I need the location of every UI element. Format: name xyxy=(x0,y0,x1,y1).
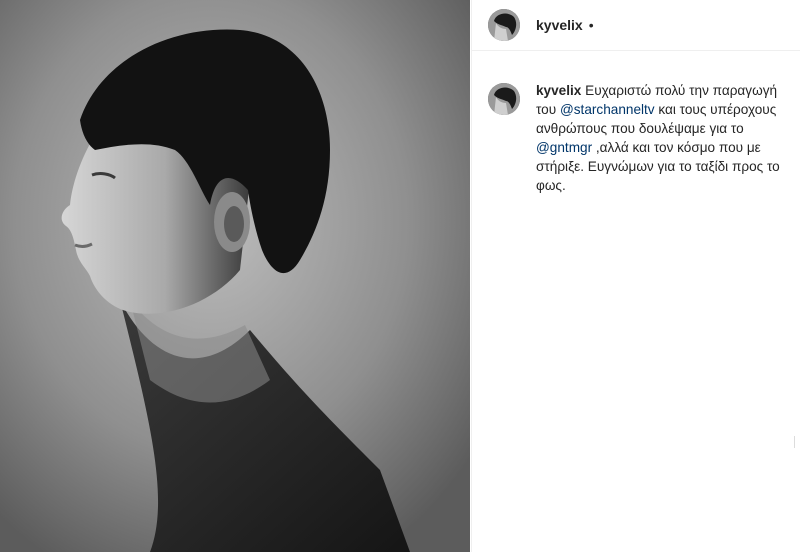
caption-username[interactable]: kyvelix xyxy=(536,83,581,98)
header-username[interactable]: kyvelix xyxy=(536,17,583,33)
scrollbar[interactable] xyxy=(794,436,800,448)
avatar-image xyxy=(488,9,520,41)
mention-starchanneltv[interactable]: @starchanneltv xyxy=(560,102,655,117)
caption-avatar[interactable] xyxy=(488,83,520,115)
instagram-post: kyvelix • kyvelix Ευχαριστώ πολύ την παρ… xyxy=(0,0,800,552)
post-sidebar: kyvelix • kyvelix Ευχαριστώ πολύ την παρ… xyxy=(471,0,800,552)
avatar-image xyxy=(488,83,520,115)
user-avatar[interactable] xyxy=(488,9,520,41)
portrait-image xyxy=(0,0,470,552)
post-header: kyvelix • xyxy=(472,0,800,51)
caption-text: kyvelix Ευχαριστώ πολύ την παραγωγή του … xyxy=(536,81,781,195)
post-photo[interactable] xyxy=(0,0,470,552)
mention-gntmgr[interactable]: @gntmgr xyxy=(536,140,592,155)
caption-comment: kyvelix Ευχαριστώ πολύ την παραγωγή του … xyxy=(472,51,800,195)
header-separator: • xyxy=(588,17,594,33)
